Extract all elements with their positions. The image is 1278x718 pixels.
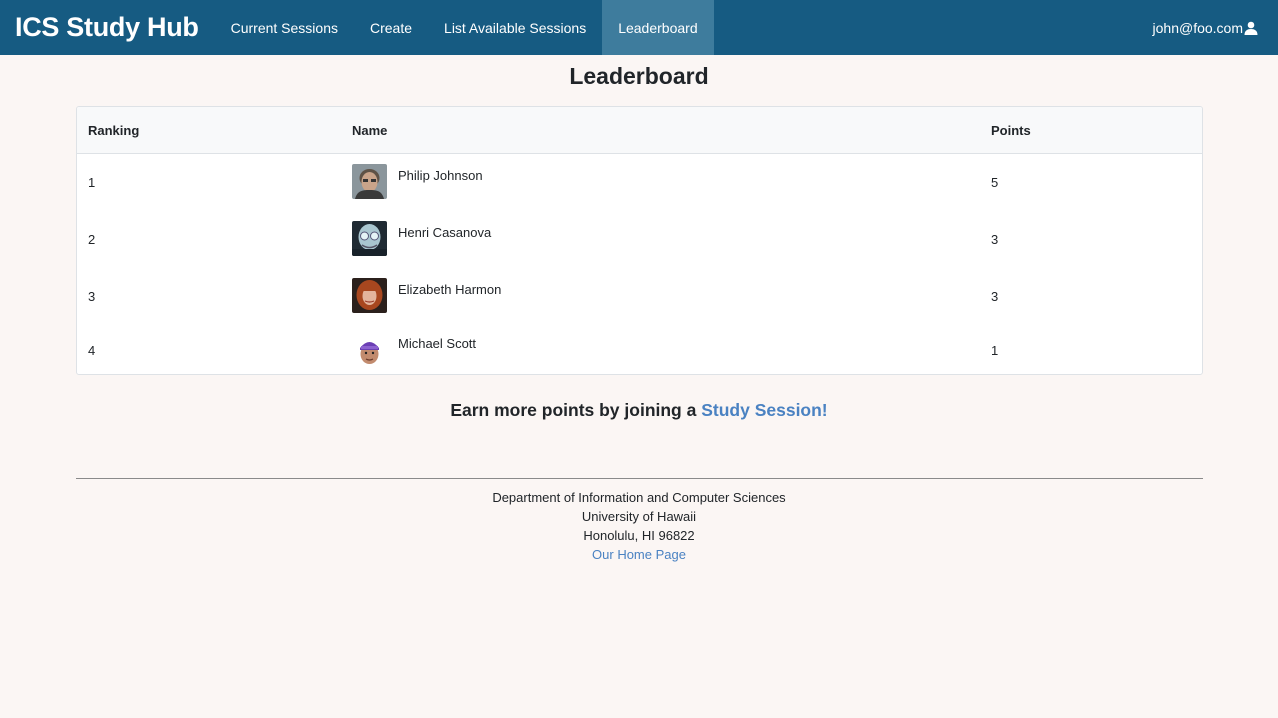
rank-cell: 3 xyxy=(88,289,96,304)
player-name: Philip Johnson xyxy=(398,168,483,183)
footer-address: Honolulu, HI 96822 xyxy=(583,528,695,543)
avatar-michael-scott xyxy=(352,334,387,369)
rank-cell: 4 xyxy=(88,343,96,358)
footer: Department of Information and Computer S… xyxy=(0,488,1278,564)
avatar-henri-casanova xyxy=(352,221,387,256)
points-cell: 1 xyxy=(991,343,999,358)
avatar-elizabeth-harmon xyxy=(352,278,387,313)
user-email: john@foo.com xyxy=(1152,19,1243,36)
avatar-philip-johnson xyxy=(352,164,387,199)
home-page-link[interactable]: Our Home Page xyxy=(0,545,1278,564)
table-row: 4 Michael Scott 1 xyxy=(77,325,1202,374)
user-icon xyxy=(1244,21,1258,35)
study-session-link[interactable]: Study Session! xyxy=(701,400,827,420)
nav-current-sessions[interactable]: Current Sessions xyxy=(215,0,354,55)
player-name: Elizabeth Harmon xyxy=(398,282,502,297)
column-header-name[interactable]: Name xyxy=(352,123,387,138)
player-name: Henri Casanova xyxy=(398,225,492,240)
nav-create[interactable]: Create xyxy=(354,0,428,55)
page-title: Leaderboard xyxy=(569,63,709,89)
earn-points-text: Earn more points by joining a xyxy=(450,400,702,420)
rank-cell: 1 xyxy=(88,175,96,190)
column-header-points[interactable]: Points xyxy=(991,123,1031,138)
table-header: Ranking Name Points xyxy=(77,107,1202,154)
nav-leaderboard[interactable]: Leaderboard xyxy=(602,0,714,55)
table-row: 1 Philip Johnson 5 xyxy=(77,154,1202,211)
navbar: ICS Study Hub Current Sessions Create Li… xyxy=(0,0,1278,55)
table-row: 3 Elizabeth Harmon 3 xyxy=(77,268,1202,325)
leaderboard-table: Ranking Name Points 1 Philip Johnson 5 2 xyxy=(76,106,1203,375)
user-menu[interactable]: john@foo.com xyxy=(1153,0,1278,55)
points-cell: 3 xyxy=(991,232,999,247)
table-row: 2 Henri Casanova 3 xyxy=(77,211,1202,268)
nav-list-available-sessions[interactable]: List Available Sessions xyxy=(428,0,602,55)
points-cell: 3 xyxy=(991,289,999,304)
player-name: Michael Scott xyxy=(398,336,477,351)
points-cell: 5 xyxy=(991,175,999,190)
footer-department: Department of Information and Computer S… xyxy=(492,490,786,505)
brand-logo[interactable]: ICS Study Hub xyxy=(0,0,215,55)
column-header-ranking[interactable]: Ranking xyxy=(88,123,139,138)
earn-points-message: Earn more points by joining a Study Sess… xyxy=(0,400,1278,421)
rank-cell: 2 xyxy=(88,232,96,247)
footer-divider xyxy=(76,478,1203,479)
footer-university: University of Hawaii xyxy=(581,509,697,524)
